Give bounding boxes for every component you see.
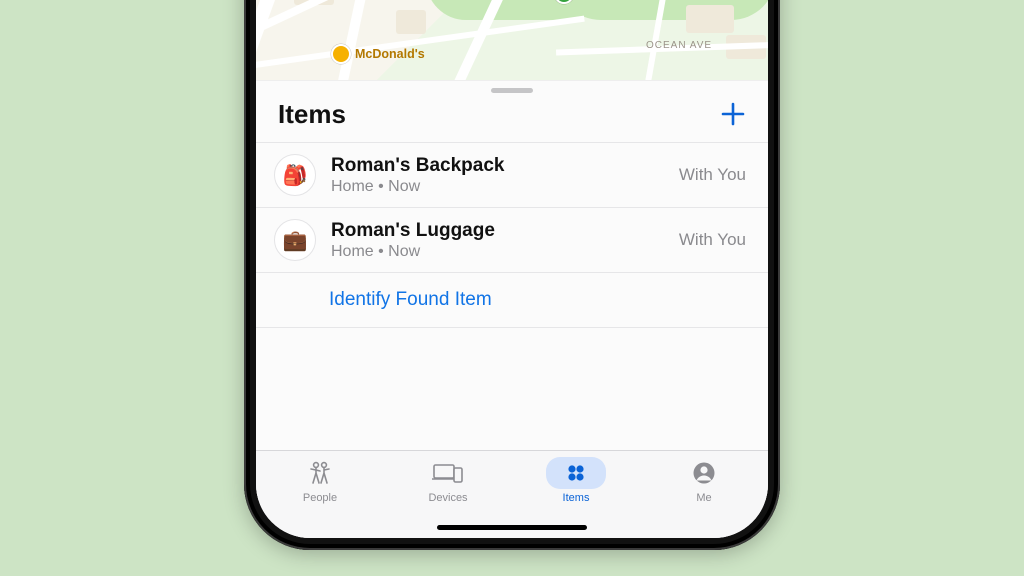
tab-people[interactable]: People xyxy=(256,457,384,538)
screen: City College of San Francisco McDonald's… xyxy=(256,0,768,538)
item-subtitle: Home • Now xyxy=(331,178,664,196)
phone-frame: City College of San Francisco McDonald's… xyxy=(244,0,780,550)
item-row[interactable]: 🎒 Roman's Backpack Home • Now With You xyxy=(256,142,768,207)
items-icon xyxy=(564,461,588,485)
map-poi-label: Balboa Park xyxy=(478,0,550,1)
map[interactable]: City College of San Francisco McDonald's… xyxy=(256,0,768,80)
tab-label: Items xyxy=(563,492,590,504)
add-item-button[interactable] xyxy=(720,101,746,129)
map-poi-balboa[interactable]: Balboa Park xyxy=(478,0,574,4)
item-title: Roman's Backpack xyxy=(331,155,664,177)
tab-label: Devices xyxy=(428,492,467,504)
item-status: With You xyxy=(679,165,746,185)
plus-icon xyxy=(720,101,746,127)
item-row[interactable]: 💼 Roman's Luggage Home • Now With You xyxy=(256,207,768,273)
people-icon xyxy=(305,461,335,485)
me-icon xyxy=(692,461,716,485)
map-poi-label: McDonald's xyxy=(355,47,425,61)
tab-me[interactable]: Me xyxy=(640,457,768,538)
item-icon: 🎒 xyxy=(274,154,316,196)
items-sheet: Items 🎒 Roman's Backpack Home • Now With… xyxy=(256,80,768,538)
item-title: Roman's Luggage xyxy=(331,220,664,242)
item-subtitle: Home • Now xyxy=(331,243,664,261)
identify-found-item-button[interactable]: Identify Found Item xyxy=(256,273,768,328)
map-poi-mcdonalds[interactable]: McDonald's xyxy=(331,44,425,64)
tab-label: People xyxy=(303,492,337,504)
sheet-title: Items xyxy=(278,99,346,130)
item-main: Roman's Luggage Home • Now xyxy=(331,220,664,261)
street-label: OCEAN AVE xyxy=(646,40,712,51)
item-main: Roman's Backpack Home • Now xyxy=(331,155,664,196)
food-poi-icon xyxy=(331,44,351,64)
park-poi-icon xyxy=(554,0,574,4)
tab-label: Me xyxy=(696,492,711,504)
devices-icon xyxy=(432,461,464,485)
item-icon: 💼 xyxy=(274,219,316,261)
home-indicator[interactable] xyxy=(437,525,587,530)
item-status: With You xyxy=(679,230,746,250)
